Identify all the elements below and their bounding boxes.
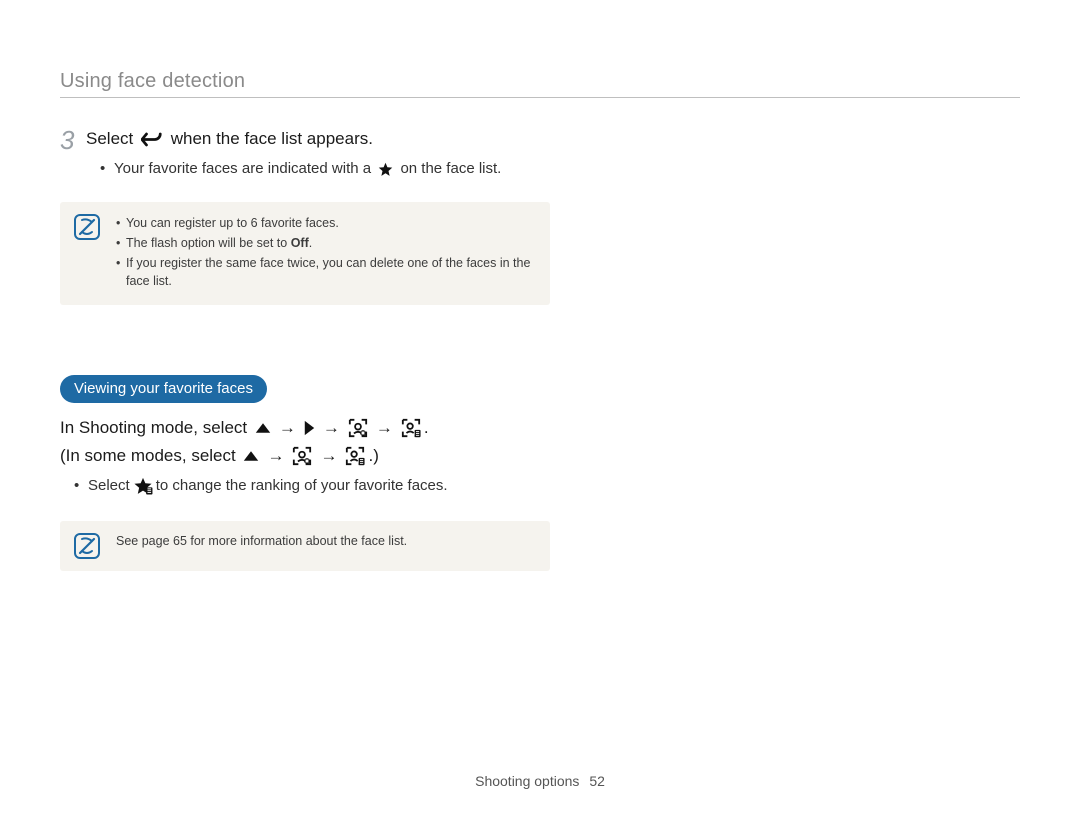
arrow-icon: → (279, 415, 296, 441)
path2-text-post: .) (368, 443, 378, 469)
arrow-icon: → (320, 443, 337, 469)
right-triangle-icon (304, 420, 315, 436)
header-rule (60, 97, 1020, 98)
face-detect-settings-icon (348, 418, 368, 438)
bullet2-text-post: to change the ranking of your favorite f… (156, 475, 448, 497)
page-footer: Shooting options 52 (0, 773, 1080, 789)
step-text-pre: Select (86, 126, 138, 152)
step-text-post: when the face list appears. (166, 126, 373, 152)
note-icon (74, 214, 100, 240)
section-heading: Viewing your favorite faces (60, 375, 267, 403)
note-icon (74, 533, 100, 559)
arrow-icon: → (323, 415, 340, 441)
face-list-icon (401, 418, 421, 438)
up-triangle-icon (243, 450, 259, 462)
face-detect-settings-icon (292, 446, 312, 466)
footer-section: Shooting options (475, 773, 579, 789)
arrow-icon: → (267, 443, 284, 469)
face-list-icon (345, 446, 365, 466)
nav-path-2: (In some modes, select → → .) (60, 443, 550, 469)
bullet-text-pre: Your favorite faces are indicated with a (114, 160, 375, 177)
note-item: If you register the same face twice, you… (116, 254, 534, 290)
note-box-2: See page 65 for more information about t… (60, 521, 550, 571)
step-instruction: Select when the face list appears. (86, 126, 550, 152)
period: . (424, 415, 429, 441)
section-bullet: Select to change the ranking of your fav… (74, 475, 550, 497)
star-icon (378, 162, 393, 177)
arrow-icon: → (376, 415, 393, 441)
page-topic-title: Using face detection (60, 70, 1020, 93)
footer-page-number: 52 (589, 773, 605, 789)
star-rank-icon (133, 477, 153, 495)
bullet2-text-pre: Select (88, 475, 130, 497)
step-3: 3 Select when the face list appears. You… (60, 126, 550, 180)
path-text-pre: In Shooting mode, select (60, 415, 252, 441)
step-number: 3 (60, 127, 86, 153)
step-sub-bullet: Your favorite faces are indicated with a… (100, 158, 550, 180)
bullet-text-post: on the face list. (400, 160, 501, 177)
back-icon (141, 132, 163, 147)
note-item: You can register up to 6 favorite faces. (116, 214, 534, 232)
note-item: The flash option will be set to Off. (116, 234, 534, 252)
nav-path-1: In Shooting mode, select → → → . (60, 415, 550, 441)
note-box-1: You can register up to 6 favorite faces.… (60, 202, 550, 305)
up-triangle-icon (255, 422, 271, 434)
path2-text-pre: (In some modes, select (60, 443, 240, 469)
note-text: See page 65 for more information about t… (116, 533, 534, 551)
